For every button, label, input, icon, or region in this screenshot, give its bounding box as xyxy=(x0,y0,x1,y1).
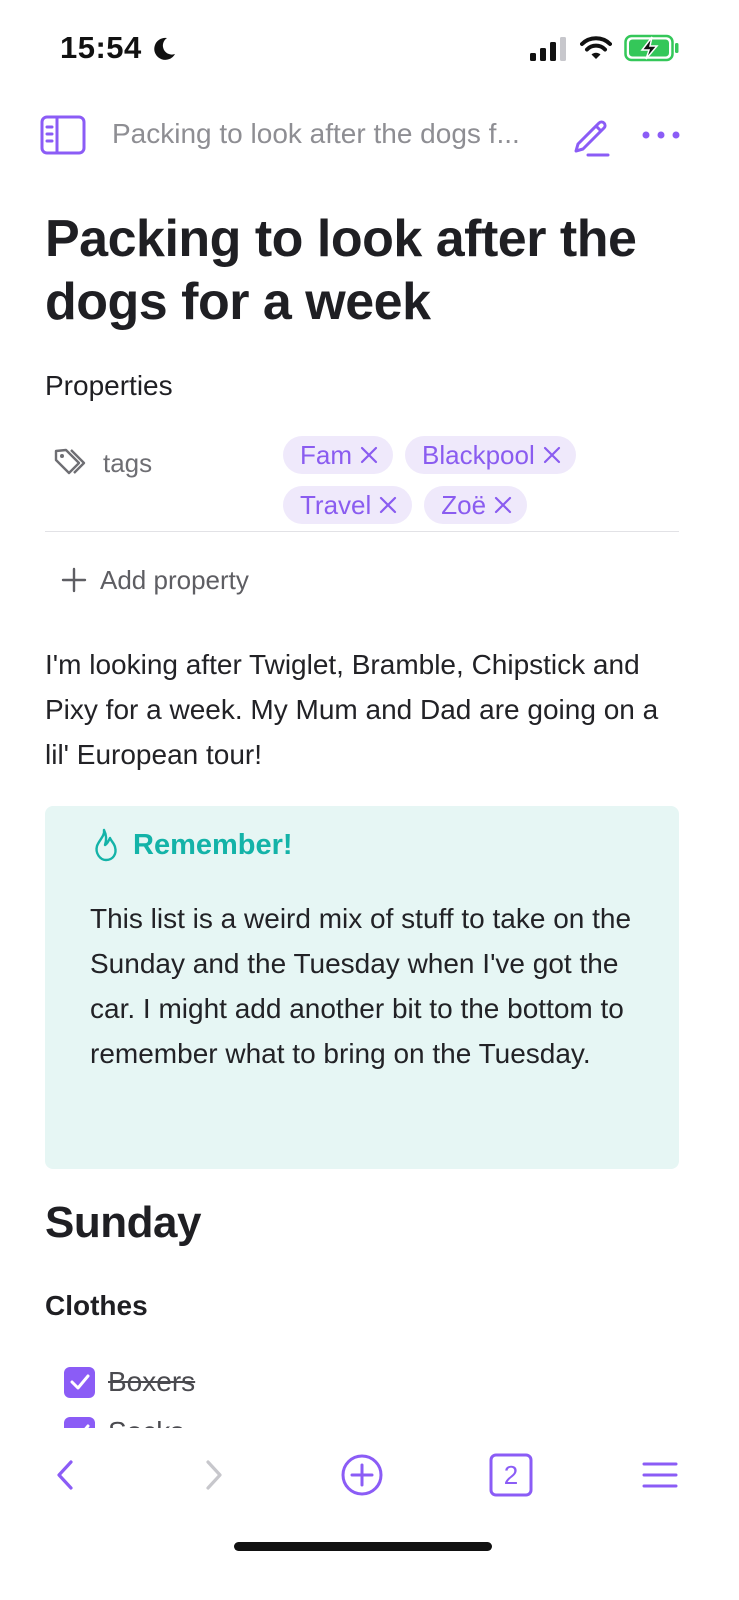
tag-chip[interactable]: Zoë xyxy=(424,486,528,524)
section-heading[interactable]: Sunday xyxy=(45,1198,201,1248)
property-label[interactable]: tags xyxy=(103,448,152,479)
forward-button[interactable] xyxy=(188,1450,238,1500)
tag-chip[interactable]: Travel xyxy=(283,486,413,524)
todo-item[interactable]: Boxers xyxy=(64,1366,195,1398)
close-icon[interactable] xyxy=(379,496,397,514)
more-icon[interactable] xyxy=(640,118,682,152)
tag-icon xyxy=(54,448,86,475)
toolbar-title[interactable]: Packing to look after the dogs f... xyxy=(112,118,542,150)
tag-chip[interactable]: Fam xyxy=(283,436,393,474)
tabs-button[interactable]: 2 xyxy=(486,1450,536,1500)
forward-arrow-icon xyxy=(206,1460,222,1490)
plus-icon xyxy=(61,567,87,593)
checkbox-checked[interactable] xyxy=(64,1366,95,1398)
callout-header: Remember! xyxy=(91,828,293,862)
moon-icon xyxy=(154,37,175,60)
back-arrow-icon xyxy=(57,1460,73,1490)
tag-label: Travel xyxy=(300,489,372,520)
property-row-tags: tags Fam Blackpool Travel Zoë xyxy=(45,432,679,532)
status-bar: 15:54 xyxy=(0,0,739,96)
tab-count: 2 xyxy=(503,1459,519,1490)
add-circle-icon xyxy=(341,1454,383,1496)
tag-label: Blackpool xyxy=(422,439,535,470)
tag-list: Fam Blackpool Travel Zoë xyxy=(283,436,663,524)
sidebar-icon[interactable] xyxy=(40,114,86,158)
checkmark-icon xyxy=(70,1374,89,1390)
top-toolbar: Packing to look after the dogs f... xyxy=(0,104,739,168)
status-time: 15:54 xyxy=(60,30,142,65)
battery-charging-icon xyxy=(624,34,679,62)
new-note-button[interactable] xyxy=(337,1450,387,1500)
callout-block[interactable]: Remember! This list is a weird mix of st… xyxy=(45,806,679,1169)
close-icon[interactable] xyxy=(543,446,561,464)
todo-text: Boxers xyxy=(108,1366,196,1397)
properties-heading: Properties xyxy=(45,370,173,401)
tag-label: Fam xyxy=(300,439,352,470)
page-title[interactable]: Packing to look after the dogs for a wee… xyxy=(45,208,705,334)
wifi-icon xyxy=(580,36,612,59)
add-property-button[interactable]: Add property xyxy=(60,560,249,600)
subsection-heading[interactable]: Clothes xyxy=(45,1290,148,1322)
tag-label: Zoë xyxy=(441,489,487,520)
menu-button[interactable] xyxy=(635,1450,685,1500)
home-indicator[interactable] xyxy=(234,1542,492,1551)
add-property-label: Add property xyxy=(100,564,249,595)
back-button[interactable] xyxy=(40,1450,90,1500)
tag-chip[interactable]: Blackpool xyxy=(405,436,576,474)
intro-paragraph[interactable]: I'm looking after Twiglet, Bramble, Chip… xyxy=(45,642,665,777)
callout-title: Remember! xyxy=(133,828,293,861)
close-icon[interactable] xyxy=(494,496,512,514)
menu-icon xyxy=(642,1462,678,1488)
callout-body: This list is a weird mix of stuff to tak… xyxy=(90,903,632,1069)
pencil-icon[interactable] xyxy=(568,112,614,158)
close-icon[interactable] xyxy=(360,446,378,464)
cellular-signal-icon xyxy=(530,37,566,61)
flame-icon xyxy=(95,828,117,862)
